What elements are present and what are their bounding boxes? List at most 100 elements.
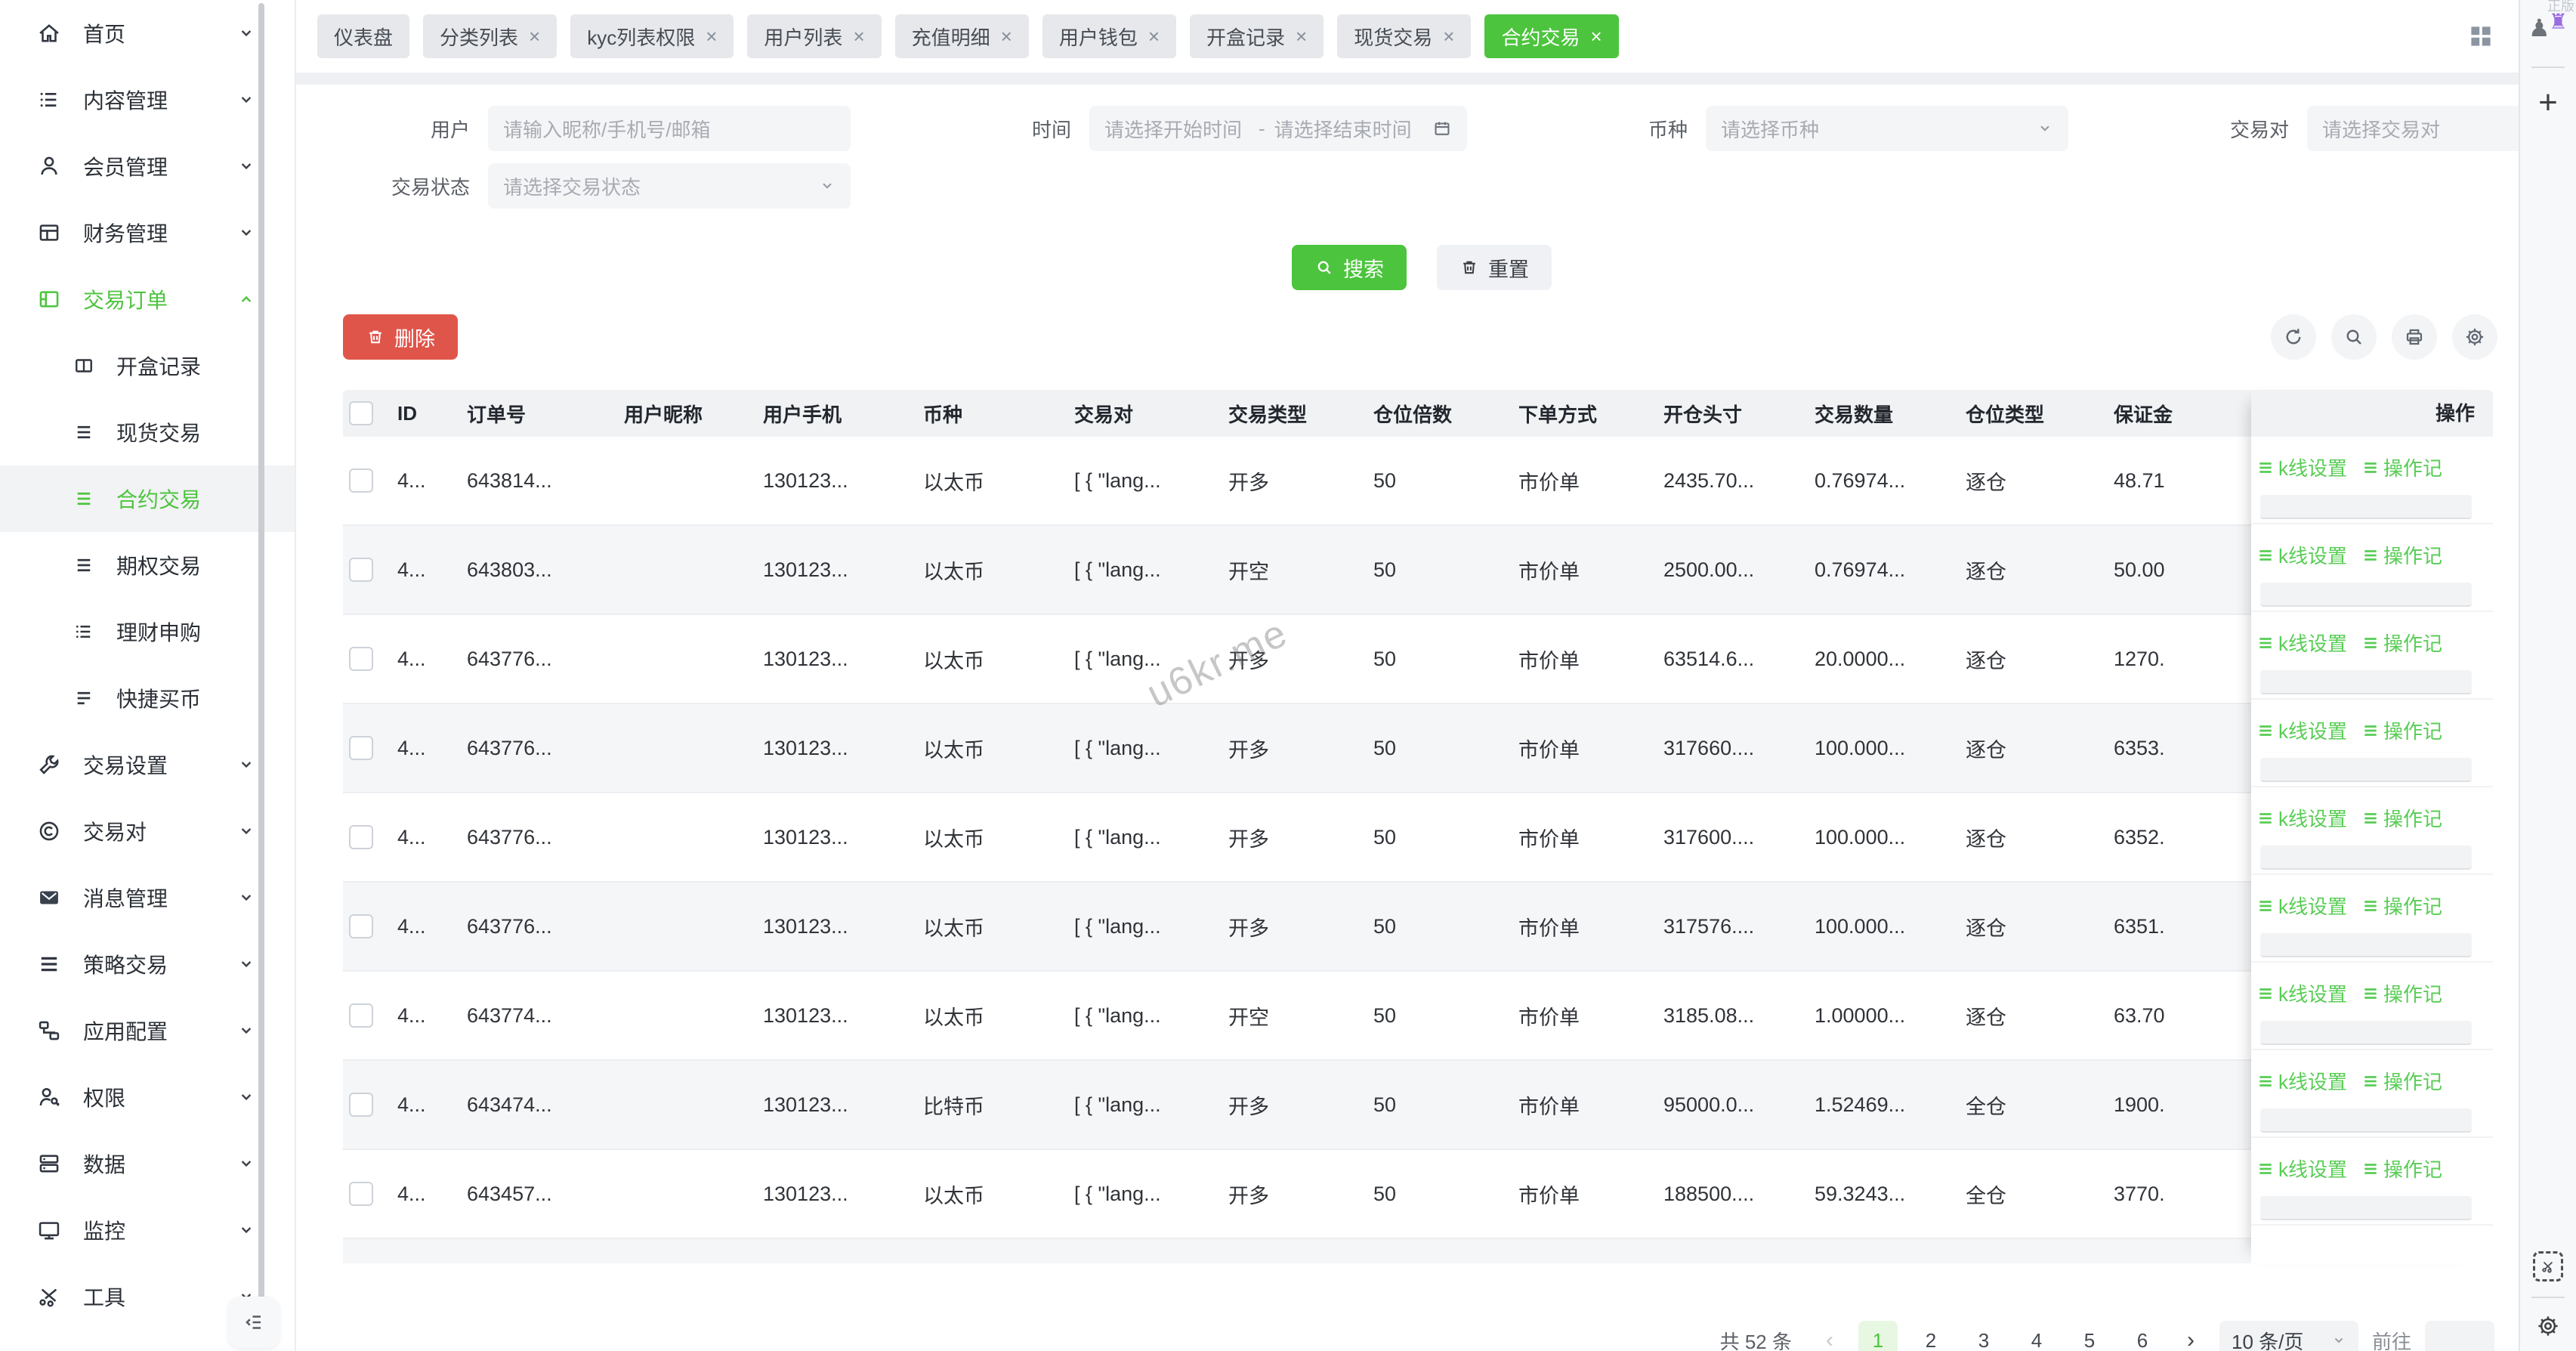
sidebar-item-members[interactable]: 会员管理 — [0, 133, 295, 199]
page-size-select[interactable]: 10 条/页 — [2219, 1321, 2358, 1351]
operation-record-link[interactable]: 操作记 — [2362, 716, 2442, 744]
row-checkbox[interactable] — [349, 825, 373, 849]
sidebar-item-messages[interactable]: 消息管理 — [0, 864, 295, 931]
sidebar-item-app-config[interactable]: 应用配置 — [0, 997, 295, 1064]
sidebar-item-trade-orders[interactable]: 交易订单 — [0, 266, 295, 332]
tab-deposit-detail[interactable]: 充值明细× — [895, 14, 1029, 58]
sidebar-item-strategy-trading[interactable]: 策略交易 — [0, 931, 295, 997]
search-tool-button[interactable] — [2331, 314, 2377, 360]
kline-settings-link[interactable]: k线设置 — [2257, 1155, 2347, 1183]
sidebar-item-quick-buy[interactable]: 快捷买币 — [0, 665, 295, 731]
close-icon[interactable]: × — [853, 26, 864, 46]
sidebar-item-trade-settings[interactable]: 交易设置 — [0, 731, 295, 798]
print-button[interactable] — [2392, 314, 2437, 360]
operation-record-link[interactable]: 操作记 — [2362, 1155, 2442, 1183]
goto-page-input[interactable] — [2425, 1321, 2494, 1351]
tab-user-list[interactable]: 用户列表× — [747, 14, 881, 58]
page-3[interactable]: 3 — [1964, 1321, 2003, 1351]
gear-icon[interactable] — [2535, 1313, 2561, 1339]
row-actions: k线设置 操作记 — [2251, 1050, 2493, 1138]
row-checkbox[interactable] — [349, 1093, 373, 1117]
tab-grid-icon[interactable] — [2467, 23, 2494, 50]
coin-select[interactable]: 请选择币种 — [1706, 106, 2068, 151]
sidebar-item-home[interactable]: 首页 — [0, 0, 295, 66]
operation-record-link[interactable]: 操作记 — [2362, 541, 2442, 569]
sidebar-item-contract-trading[interactable]: 合约交易 — [0, 465, 295, 532]
next-page-button[interactable]: › — [2176, 1328, 2206, 1351]
select-all-checkbox[interactable] — [349, 401, 373, 425]
sidebar-item-content[interactable]: 内容管理 — [0, 66, 295, 133]
close-icon[interactable]: × — [1443, 26, 1454, 46]
row-checkbox[interactable] — [349, 558, 373, 582]
row-checkbox[interactable] — [349, 1182, 373, 1206]
close-icon[interactable]: × — [1590, 26, 1602, 46]
sidebar-item-permissions[interactable]: 权限 — [0, 1064, 295, 1130]
page-2[interactable]: 2 — [1911, 1321, 1951, 1351]
operation-record-link[interactable]: 操作记 — [2362, 629, 2442, 657]
kline-settings-link[interactable]: k线设置 — [2257, 979, 2347, 1007]
row-checkbox[interactable] — [349, 914, 373, 938]
operation-record-link[interactable]: 操作记 — [2362, 892, 2442, 920]
kline-settings-link[interactable]: k线设置 — [2257, 541, 2347, 569]
kline-settings-link[interactable]: k线设置 — [2257, 629, 2347, 657]
pair-select[interactable]: 请选择交易对 — [2307, 106, 2519, 151]
sidebar-item-spot-trading[interactable]: 现货交易 — [0, 399, 295, 465]
close-icon[interactable]: × — [529, 26, 540, 46]
page-1[interactable]: 1 — [1858, 1321, 1898, 1351]
sidebar-scrollbar[interactable] — [258, 3, 264, 1309]
operation-record-link[interactable]: 操作记 — [2362, 1067, 2442, 1095]
refresh-button[interactable] — [2271, 314, 2316, 360]
date-range-picker[interactable]: 请选择开始时间 - 请选择结束时间 — [1089, 106, 1467, 151]
reset-button[interactable]: 重置 — [1437, 245, 1552, 290]
cell-amount: 1.52469... — [1815, 1093, 1966, 1117]
status-select[interactable]: 请选择交易状态 — [488, 163, 851, 209]
sidebar-item-data[interactable]: 数据 — [0, 1130, 295, 1197]
column-header: ID — [397, 402, 467, 425]
tab-box-records[interactable]: 开盒记录× — [1190, 14, 1324, 58]
row-checkbox[interactable] — [349, 736, 373, 760]
tab-label: 仪表盘 — [334, 23, 393, 51]
page-6[interactable]: 6 — [2123, 1321, 2162, 1351]
kline-settings-link[interactable]: k线设置 — [2257, 892, 2347, 920]
tab-spot-trading[interactable]: 现货交易× — [1337, 14, 1471, 58]
kline-settings-link[interactable]: k线设置 — [2257, 1067, 2347, 1095]
tab-category-list[interactable]: 分类列表× — [423, 14, 557, 58]
row-checkbox[interactable] — [349, 468, 373, 493]
row-actions: k线设置 操作记 — [2251, 875, 2493, 963]
search-button[interactable]: 搜索 — [1292, 245, 1407, 290]
close-icon[interactable]: × — [1296, 26, 1307, 46]
screenshot-tool-icon[interactable] — [2533, 1251, 2563, 1281]
kline-settings-link[interactable]: k线设置 — [2257, 804, 2347, 832]
page-5[interactable]: 5 — [2070, 1321, 2109, 1351]
cell-position-type: 全仓 — [1966, 1179, 2114, 1209]
prev-page-button[interactable]: ‹ — [1815, 1328, 1845, 1351]
kline-settings-link[interactable]: k线设置 — [2257, 453, 2347, 481]
tab-contract-trading[interactable]: 合约交易× — [1484, 14, 1618, 58]
delete-button[interactable]: 删除 — [343, 314, 458, 360]
tab-kyc-list[interactable]: kyc列表权限× — [570, 14, 734, 58]
row-checkbox[interactable] — [349, 1003, 373, 1028]
tab-user-wallet[interactable]: 用户钱包× — [1042, 14, 1176, 58]
user-search-input[interactable]: 请输入昵称/手机号/邮箱 — [488, 106, 851, 151]
operation-record-link[interactable]: 操作记 — [2362, 979, 2442, 1007]
row-checkbox[interactable] — [349, 647, 373, 671]
settings-button[interactable] — [2452, 314, 2497, 360]
add-button[interactable]: + — [2538, 86, 2558, 119]
sidebar-item-options-trading[interactable]: 期权交易 — [0, 532, 295, 598]
sidebar-collapse-button[interactable] — [228, 1297, 280, 1348]
chess-extension-icon[interactable]: ♟ ♜ — [2528, 9, 2568, 45]
close-icon[interactable]: × — [1001, 26, 1012, 46]
sidebar-item-box-records[interactable]: 开盒记录 — [0, 332, 295, 399]
chevron-down-icon — [237, 822, 255, 840]
sidebar-item-finance[interactable]: 财务管理 — [0, 199, 295, 266]
close-icon[interactable]: × — [706, 26, 717, 46]
sidebar-item-monitoring[interactable]: 监控 — [0, 1197, 295, 1263]
page-4[interactable]: 4 — [2017, 1321, 2056, 1351]
kline-settings-link[interactable]: k线设置 — [2257, 716, 2347, 744]
sidebar-item-trading-pairs[interactable]: 交易对 — [0, 798, 295, 864]
operation-record-link[interactable]: 操作记 — [2362, 453, 2442, 481]
close-icon[interactable]: × — [1148, 26, 1160, 46]
sidebar-item-wealth-purchase[interactable]: 理财申购 — [0, 598, 295, 665]
tab-dashboard[interactable]: 仪表盘 — [317, 14, 409, 58]
operation-record-link[interactable]: 操作记 — [2362, 804, 2442, 832]
